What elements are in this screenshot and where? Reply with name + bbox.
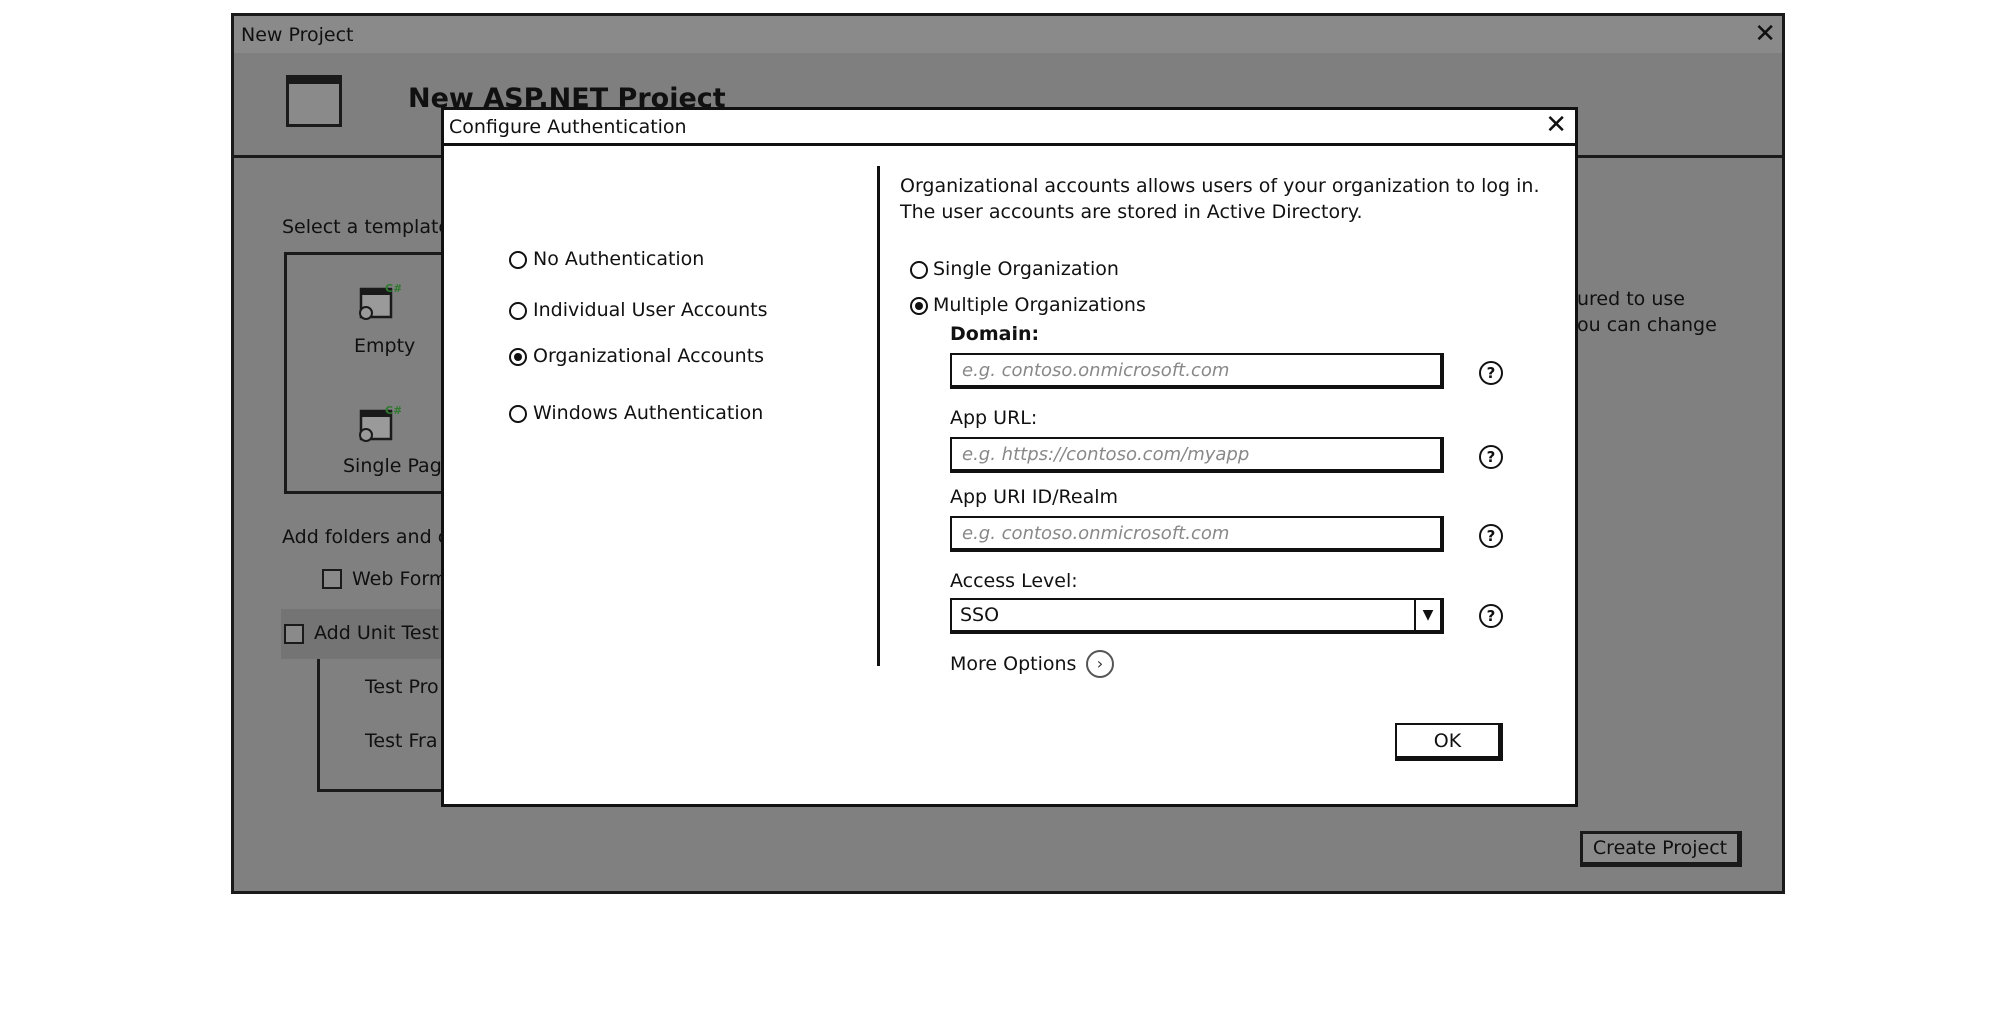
domain-help-icon[interactable]: ? [1479, 361, 1503, 385]
template-single-page[interactable]: C# [357, 404, 402, 449]
access-level-help-icon[interactable]: ? [1479, 604, 1503, 628]
radio-windows-authentication[interactable]: Windows Authentication [509, 402, 829, 428]
access-level-select[interactable]: SSO ▼ [950, 598, 1444, 634]
window-titlebar: New Project ✕ [234, 16, 1782, 56]
svg-text:C#: C# [385, 283, 401, 295]
app-uri-input[interactable] [950, 516, 1444, 552]
add-unit-tests-checkbox[interactable] [284, 624, 304, 644]
app-url-help-icon[interactable]: ? [1479, 445, 1503, 469]
select-template-label: Select a template [282, 216, 451, 238]
dropdown-arrow-icon[interactable]: ▼ [1414, 600, 1440, 630]
domain-label: Domain: [950, 323, 1040, 345]
radio-single-organization[interactable]: Single Organization [910, 258, 1210, 284]
organizational-accounts-label: Organizational Accounts [533, 345, 765, 367]
add-unit-tests-label: Add Unit Test [314, 622, 439, 644]
radio-individual-user-accounts[interactable]: Individual User Accounts [509, 299, 829, 325]
csharp-project-icon: C# [359, 282, 402, 320]
description-line2: The user accounts are stored in Active D… [900, 201, 1363, 223]
configure-authentication-dialog: Configure Authentication ✕ No Authentica… [441, 107, 1578, 807]
vertical-divider [877, 166, 880, 666]
csharp-project-icon: C# [359, 404, 402, 442]
chevron-right-icon[interactable]: › [1086, 650, 1114, 678]
access-level-label: Access Level: [950, 570, 1078, 592]
add-folders-label: Add folders and c [282, 526, 449, 548]
app-uri-label: App URI ID/Realm [950, 486, 1119, 508]
dialog-title: Configure Authentication [449, 116, 687, 138]
description-line1: Organizational accounts allows users of … [900, 175, 1540, 197]
auth-description: Organizational accounts allows users of … [900, 173, 1540, 225]
radio-no-authentication[interactable]: No Authentication [509, 248, 829, 274]
web-forms-label: Web Form [352, 568, 448, 590]
radio-button[interactable] [509, 302, 527, 320]
svg-text:C#: C# [385, 405, 401, 417]
ok-button[interactable]: OK [1395, 723, 1503, 761]
multiple-organizations-label: Multiple Organizations [933, 294, 1146, 316]
window-close-icon[interactable]: ✕ [1754, 19, 1776, 49]
access-level-value: SSO [960, 604, 1000, 626]
template-single-page-label: Single Pag [343, 455, 442, 477]
template-empty[interactable]: C# [357, 282, 402, 327]
radio-button[interactable] [509, 251, 527, 269]
radio-organizational-accounts[interactable]: Organizational Accounts [509, 345, 829, 371]
dialog-titlebar: Configure Authentication ✕ [444, 110, 1575, 146]
web-forms-checkbox[interactable] [322, 569, 342, 589]
radio-button-selected[interactable] [509, 348, 527, 366]
app-uri-help-icon[interactable]: ? [1479, 524, 1503, 548]
single-organization-label: Single Organization [933, 258, 1119, 280]
test-project-label: Test Pro [365, 676, 439, 698]
create-project-button[interactable]: Create Project [1580, 831, 1742, 867]
window-title: New Project [241, 24, 354, 46]
radio-button[interactable] [910, 261, 928, 279]
radio-button-selected[interactable] [910, 297, 928, 315]
more-options-link[interactable]: More Options [950, 653, 1076, 675]
auth-note-line2: ou can change [1577, 314, 1717, 336]
app-url-input[interactable] [950, 437, 1444, 473]
template-empty-label: Empty [354, 335, 416, 357]
radio-button[interactable] [509, 405, 527, 423]
dialog-close-icon[interactable]: ✕ [1545, 110, 1567, 140]
windows-authentication-label: Windows Authentication [533, 402, 764, 424]
individual-user-accounts-label: Individual User Accounts [533, 299, 768, 321]
app-url-label: App URL: [950, 407, 1038, 429]
web-project-icon [286, 75, 342, 127]
auth-note-line1: ured to use [1577, 288, 1685, 310]
domain-input[interactable] [950, 353, 1444, 389]
no-authentication-label: No Authentication [533, 248, 705, 270]
test-framework-label: Test Fra [365, 730, 438, 752]
radio-multiple-organizations[interactable]: Multiple Organizations [910, 294, 1210, 320]
